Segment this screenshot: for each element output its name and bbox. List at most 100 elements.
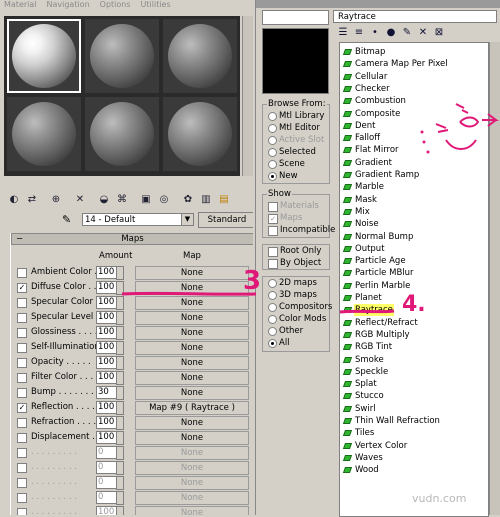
map-enable-checkbox[interactable] [17, 313, 27, 323]
slots-scrollbar[interactable] [242, 16, 253, 176]
menu-options[interactable]: Options [100, 0, 131, 9]
radio-selected[interactable]: Selected [268, 147, 338, 159]
checkbox-incompatible[interactable]: Incompatible [268, 225, 338, 237]
go-parent-icon[interactable]: ▤ [216, 192, 232, 207]
radio-color-mods[interactable]: Color Mods [268, 314, 338, 326]
map-enable-checkbox[interactable] [17, 343, 27, 353]
map-slot-button[interactable]: None [135, 506, 249, 515]
map-list-item[interactable]: Mask [342, 194, 484, 206]
put-to-scene-icon[interactable]: ⇄ [24, 192, 40, 207]
map-enable-checkbox[interactable] [17, 433, 27, 443]
amount-spinner[interactable] [116, 326, 124, 340]
unique-icon[interactable]: ⌘ [114, 192, 130, 207]
reset-icon[interactable]: ✕ [72, 192, 88, 207]
map-list-item[interactable]: Splat [342, 378, 484, 390]
make-copy-icon[interactable]: ◒ [96, 192, 112, 207]
sample-slot-selected[interactable] [7, 19, 81, 93]
map-slot-button[interactable]: None [135, 341, 249, 355]
map-slot-button[interactable]: None [135, 446, 249, 460]
radio-compositors[interactable]: Compositors [268, 302, 338, 314]
radio-other[interactable]: Other [268, 326, 338, 338]
view-small-icons-icon[interactable]: • [368, 26, 382, 39]
map-amount-field[interactable]: 0 [96, 491, 117, 504]
map-enable-checkbox[interactable]: ✓ [17, 403, 27, 413]
map-enable-checkbox[interactable] [17, 298, 27, 308]
map-list-item[interactable]: RGB Tint [342, 341, 484, 353]
view-list-icons-icon[interactable]: ≡ [352, 26, 366, 39]
map-enable-checkbox[interactable] [17, 358, 27, 368]
update-scene-icon[interactable]: ✎ [400, 26, 414, 39]
map-slot-button[interactable]: None [135, 371, 249, 385]
eyedropper-icon[interactable]: ✎ [62, 213, 71, 226]
radio-mtl-editor[interactable]: Mtl Editor [268, 123, 338, 135]
sample-slot[interactable] [85, 19, 159, 93]
map-list-item[interactable]: Perlin Marble [342, 280, 484, 292]
maps-rollout-header[interactable]: − Maps [11, 233, 253, 245]
map-list-item[interactable]: Vertex Color [342, 440, 484, 452]
amount-spinner[interactable] [116, 491, 124, 505]
map-list-item[interactable]: Tiles [342, 427, 484, 439]
material-type-button[interactable]: Standard [198, 212, 253, 228]
map-enable-checkbox[interactable] [17, 373, 27, 383]
amount-spinner[interactable] [116, 506, 124, 515]
clear-icon[interactable]: ⊠ [432, 26, 446, 39]
map-list-item[interactable]: Normal Bump [342, 231, 484, 243]
map-list-item[interactable]: RGB Multiply [342, 329, 484, 341]
amount-spinner[interactable] [116, 266, 124, 280]
material-name-field[interactable]: 14 - Default ▼ [82, 213, 194, 226]
map-slot-button[interactable]: None [135, 386, 249, 400]
map-list-item[interactable]: Stucco [342, 390, 484, 402]
map-amount-field[interactable]: 100 [96, 431, 117, 444]
radio-3d-maps[interactable]: 3D maps [268, 290, 338, 302]
map-list-item[interactable]: Marble [342, 181, 484, 193]
menu-utilities[interactable]: Utilities [141, 0, 171, 9]
amount-spinner[interactable] [116, 386, 124, 400]
map-amount-field[interactable]: 0 [96, 446, 117, 459]
amount-spinner[interactable] [116, 356, 124, 370]
map-slot-button[interactable]: None [135, 356, 249, 370]
map-list-item[interactable]: Reflect/Refract [342, 317, 484, 329]
delete-icon[interactable]: ✕ [416, 26, 430, 39]
map-enable-checkbox[interactable] [17, 493, 27, 503]
menu-navigation[interactable]: Navigation [47, 0, 90, 9]
chevron-down-icon[interactable]: ▼ [181, 214, 193, 225]
show-end-result-icon[interactable]: ▥ [198, 192, 214, 207]
map-enable-checkbox[interactable] [17, 268, 27, 278]
map-enable-checkbox[interactable] [17, 328, 27, 338]
view-large-icons-icon[interactable]: ● [384, 26, 398, 39]
map-list-item[interactable]: Smoke [342, 354, 484, 366]
map-amount-field[interactable]: 100 [96, 356, 117, 369]
map-list-item[interactable]: Thin Wall Refraction [342, 415, 484, 427]
map-amount-field[interactable]: 100 [96, 266, 117, 279]
amount-spinner[interactable] [116, 431, 124, 445]
map-list-item[interactable]: Swirl [342, 403, 484, 415]
map-amount-field[interactable]: 100 [96, 506, 117, 515]
map-list-item[interactable]: Noise [342, 218, 484, 230]
map-slot-button[interactable]: None [135, 476, 249, 490]
map-enable-checkbox[interactable] [17, 478, 27, 488]
show-map-icon[interactable]: ✿ [180, 192, 196, 207]
checkbox-by-object[interactable]: By Object [268, 258, 338, 270]
map-amount-field[interactable]: 100 [96, 326, 117, 339]
map-list-item[interactable]: Waves [342, 452, 484, 464]
amount-spinner[interactable] [116, 341, 124, 355]
map-list-item[interactable]: Bitmap [342, 46, 484, 58]
map-slot-button[interactable]: None [135, 266, 249, 280]
sample-slot[interactable] [7, 97, 81, 171]
checkbox-root-only[interactable]: Root Only [268, 246, 338, 258]
map-list-item[interactable]: Cellular [342, 71, 484, 83]
amount-spinner[interactable] [116, 461, 124, 475]
view-list-icon[interactable]: ☰ [336, 26, 350, 39]
map-list-item[interactable]: Mix [342, 206, 484, 218]
map-list-item[interactable]: Output [342, 243, 484, 255]
map-amount-field[interactable]: 100 [96, 416, 117, 429]
map-slot-button[interactable]: None [135, 431, 249, 445]
map-list-item[interactable]: Checker [342, 83, 484, 95]
map-enable-checkbox[interactable]: ✓ [17, 283, 27, 293]
sample-slot[interactable] [163, 97, 237, 171]
radio-new[interactable]: New [268, 171, 338, 183]
map-slot-button[interactable]: Map #9 ( Raytrace ) [135, 401, 249, 415]
map-list-item[interactable]: Gradient Ramp [342, 169, 484, 181]
radio-scene[interactable]: Scene [268, 159, 338, 171]
map-list-item[interactable]: Speckle [342, 366, 484, 378]
